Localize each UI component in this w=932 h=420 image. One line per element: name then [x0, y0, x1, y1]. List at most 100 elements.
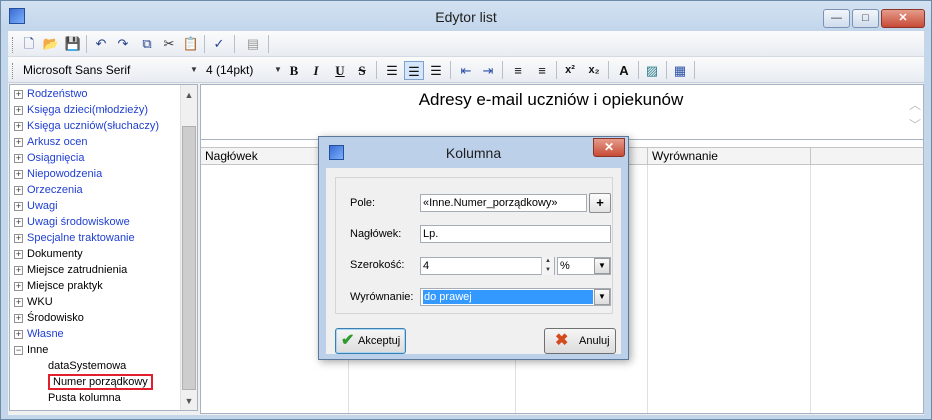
cut-icon[interactable]: ✂	[160, 35, 178, 53]
align-select[interactable]: do prawej	[420, 288, 611, 306]
tree-item[interactable]: + Osiągnięcia	[14, 150, 84, 166]
tree-item-label: Dokumenty	[27, 248, 83, 260]
print-icon[interactable]: ▤	[244, 35, 262, 53]
superscript-button[interactable]: x²	[560, 61, 580, 80]
scroll-thumb[interactable]	[182, 126, 196, 390]
expand-icon[interactable]: +	[14, 250, 23, 259]
window-title: Edytor list	[435, 9, 497, 25]
font-size-dropdown-icon[interactable]: ▼	[272, 60, 284, 80]
tree-item[interactable]: + Księga uczniów(słuchaczy)	[14, 118, 159, 134]
cancel-button[interactable]: ✖ Anuluj	[544, 328, 616, 354]
tree-item[interactable]: + Arkusz ocen	[14, 134, 88, 150]
bullet-list-icon[interactable]: ≡	[532, 61, 552, 80]
open-folder-icon[interactable]: 📂	[42, 35, 60, 53]
tree-item[interactable]: + Księga dzieci(młodzieży)	[14, 102, 148, 118]
tree-item[interactable]: + Dokumenty	[14, 246, 83, 262]
plus-button[interactable]: +	[589, 193, 611, 213]
field-label: Pole:	[350, 197, 376, 209]
field-tree[interactable]: + Rodzeństwo + Księga dzieci(młodzieży) + Ksi…	[9, 84, 198, 411]
tree-child-item[interactable]: dataSystemowa	[48, 358, 126, 374]
tree-item[interactable]: + Orzeczenia	[14, 182, 83, 198]
indent-icon[interactable]: ⇥	[478, 61, 498, 80]
font-dialog-icon[interactable]: A	[614, 61, 634, 80]
tree-item[interactable]: − Inne	[14, 342, 48, 358]
align-left-icon[interactable]: ☰	[382, 61, 402, 80]
tree-item[interactable]: + Niepowodzenia	[14, 166, 102, 182]
heading-scroll-icon[interactable]: ︿ ﹀	[909, 95, 921, 135]
new-document-icon[interactable]: 🗋	[20, 35, 38, 53]
collapse-icon[interactable]: −	[14, 346, 23, 355]
font-name-dropdown-icon[interactable]: ▼	[188, 60, 200, 80]
font-name-combo[interactable]: Microsoft Sans Serif	[18, 60, 204, 80]
title-bar[interactable]: Edytor list — □ ✕	[1, 1, 931, 31]
accept-button[interactable]: ✔ Akceptuj	[335, 328, 406, 354]
outdent-icon[interactable]: ⇤	[456, 61, 476, 80]
width-input[interactable]: 4	[420, 257, 555, 275]
scroll-down-icon[interactable]: ▼	[181, 393, 197, 409]
tree-item[interactable]: + Specjalne traktowanie	[14, 230, 135, 246]
list-heading[interactable]: Adresy e-mail uczniów i opiekunów	[201, 90, 901, 110]
maximize-button[interactable]: □	[852, 9, 879, 28]
numbered-list-icon[interactable]: ≡	[508, 61, 528, 80]
tree-item[interactable]: + WKU	[14, 294, 53, 310]
expand-icon[interactable]: +	[14, 234, 23, 243]
expand-icon[interactable]: +	[14, 266, 23, 275]
strikethrough-button[interactable]: S	[352, 61, 372, 80]
expand-icon[interactable]: +	[14, 218, 23, 227]
align-dropdown-icon[interactable]: ▼	[594, 289, 610, 305]
paste-icon[interactable]: 📋	[182, 35, 200, 53]
align-center-icon[interactable]: ☰	[404, 61, 424, 80]
spin-up-icon[interactable]: ▲	[541, 257, 554, 266]
toolbar-grip[interactable]	[12, 63, 15, 79]
underline-button[interactable]: U	[330, 61, 350, 80]
image-icon[interactable]: ▨	[642, 61, 662, 80]
unit-dropdown-icon[interactable]: ▼	[594, 258, 610, 274]
save-icon[interactable]: 💾	[64, 35, 82, 53]
tree-item[interactable]: + Uwagi	[14, 198, 58, 214]
expand-icon[interactable]: +	[14, 122, 23, 131]
close-button[interactable]: ✕	[881, 9, 925, 28]
tree-item[interactable]: + Miejsce praktyk	[14, 278, 103, 294]
italic-button[interactable]: I	[306, 61, 326, 80]
expand-icon[interactable]: +	[14, 314, 23, 323]
dialog-close-button[interactable]: ✕	[593, 138, 625, 157]
expand-icon[interactable]: +	[14, 90, 23, 99]
field-source-input[interactable]: «Inne.Numer_porządkowy»	[420, 194, 587, 212]
expand-icon[interactable]: +	[14, 186, 23, 195]
toolbar-separator	[666, 61, 667, 79]
column-header[interactable]: Wyrównanie	[648, 148, 811, 164]
expand-icon[interactable]: +	[14, 106, 23, 115]
heading-editor[interactable]: Adresy e-mail uczniów i opiekunów ︿ ﹀	[201, 85, 923, 140]
redo-icon[interactable]: ↷	[114, 35, 132, 53]
undo-icon[interactable]: ↶	[92, 35, 110, 53]
expand-icon[interactable]: +	[14, 154, 23, 163]
expand-icon[interactable]: +	[14, 202, 23, 211]
copy-icon[interactable]: ⧉	[138, 35, 156, 53]
minimize-button[interactable]: —	[823, 9, 850, 28]
expand-icon[interactable]: +	[14, 282, 23, 291]
grid-column[interactable]	[648, 165, 811, 413]
spellcheck-icon[interactable]: ✓	[210, 35, 228, 53]
toolbar-grip[interactable]	[12, 37, 15, 53]
dialog-title-bar[interactable]: Kolumna ✕	[319, 137, 628, 167]
expand-icon[interactable]: +	[14, 170, 23, 179]
tree-item[interactable]: + Środowisko	[14, 310, 84, 326]
header-input[interactable]: Lp.	[420, 225, 611, 243]
main-window: Edytor list — □ ✕ 🗋 📂 💾 ↶ ↷ ⧉ ✂ 📋 ✓ ▤ Mi…	[0, 0, 932, 420]
expand-icon[interactable]: +	[14, 138, 23, 147]
subscript-button[interactable]: x₂	[584, 61, 604, 80]
align-right-icon[interactable]: ☰	[426, 61, 446, 80]
tree-child-item[interactable]: Pusta kolumna	[48, 390, 121, 406]
tree-item[interactable]: + Miejsce zatrudnienia	[14, 262, 127, 278]
bold-button[interactable]: B	[284, 61, 304, 80]
expand-icon[interactable]: +	[14, 330, 23, 339]
tree-scrollbar[interactable]: ▲ ▼	[180, 85, 197, 410]
tree-item[interactable]: + Własne	[14, 326, 64, 342]
scroll-up-icon[interactable]: ▲	[181, 87, 197, 103]
tree-item[interactable]: + Rodzeństwo	[14, 86, 88, 102]
tree-item[interactable]: + Uwagi środowiskowe	[14, 214, 130, 230]
spin-down-icon[interactable]: ▼	[541, 266, 554, 275]
tree-child-item[interactable]: Numer porządkowy	[48, 374, 153, 390]
expand-icon[interactable]: +	[14, 298, 23, 307]
table-icon[interactable]: ▦	[670, 61, 690, 80]
